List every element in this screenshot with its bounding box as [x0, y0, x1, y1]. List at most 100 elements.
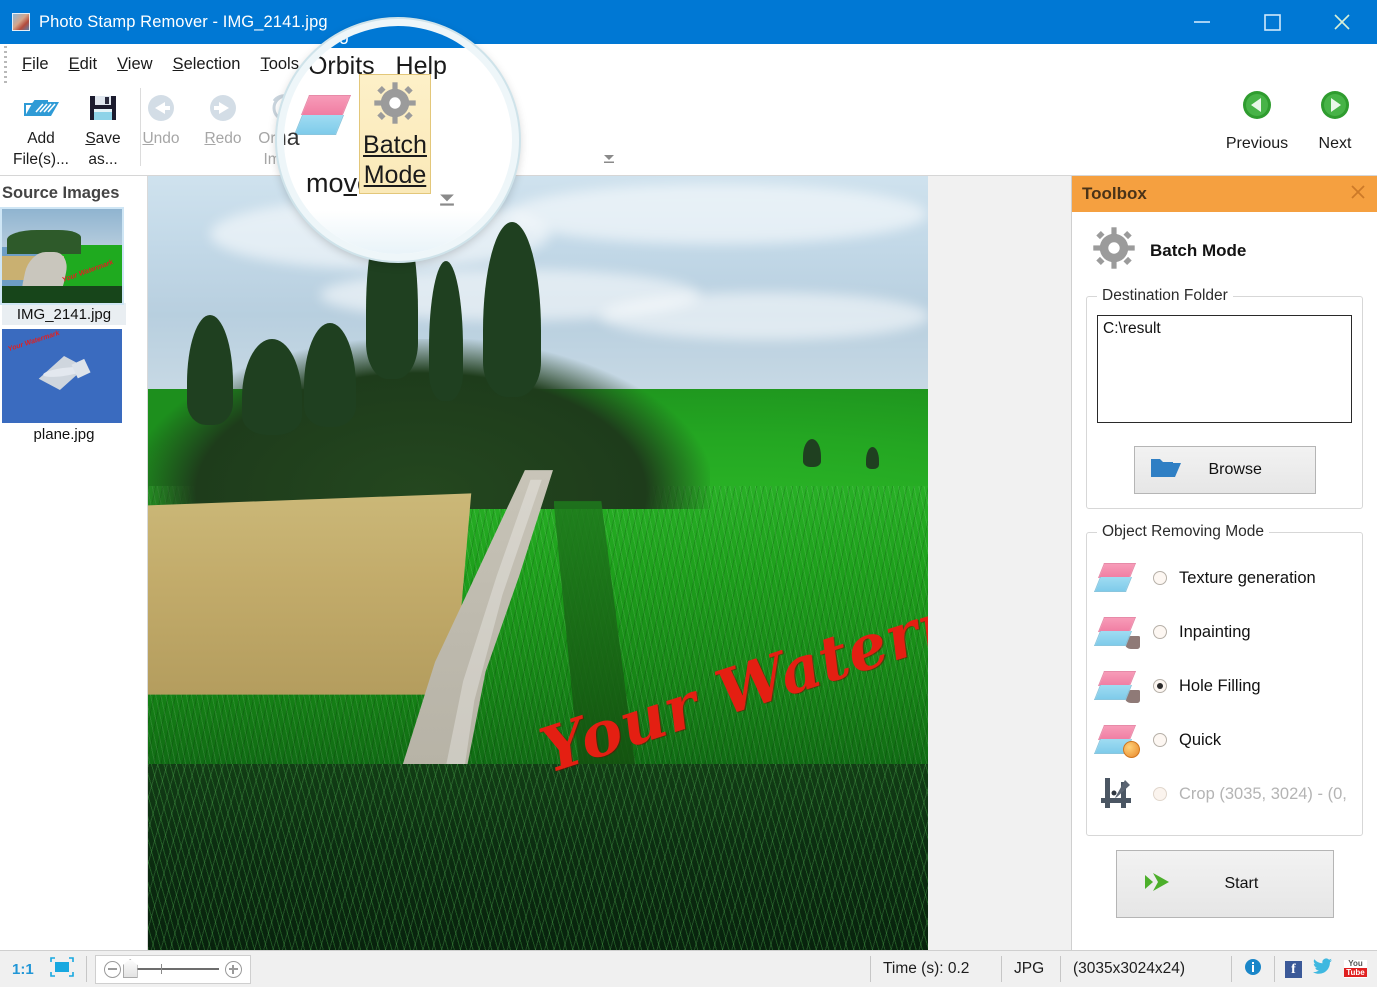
toolbox-title: Toolbox: [1082, 184, 1147, 203]
eraser-shadow-icon: [1093, 615, 1141, 649]
youtube-label-bottom: Tube: [1344, 968, 1367, 977]
fit-to-screen-button[interactable]: [46, 951, 86, 987]
menu-edit-rest: dit: [79, 54, 98, 73]
toolbox-header: Toolbox: [1072, 176, 1377, 212]
redo-mnemonic: R: [204, 130, 216, 147]
radio-crop: [1153, 787, 1167, 801]
save-as-label-1: Save: [85, 130, 121, 147]
magnifier-eraser-icon: [293, 94, 356, 138]
magnifier-canvas-fragment: [284, 210, 512, 254]
menu-tools-mnemonic: T: [260, 54, 269, 73]
toolbox-close-button[interactable]: [1349, 183, 1367, 205]
list-item-label: plane.jpg: [33, 426, 95, 443]
object-removing-mode-legend: Object Removing Mode: [1102, 523, 1264, 540]
mode-option-texture-generation[interactable]: Texture generation: [1093, 551, 1352, 605]
eraser-clock-icon: [1093, 723, 1141, 758]
destination-folder-input[interactable]: [1097, 315, 1352, 423]
browse-label: Browse: [1208, 461, 1262, 478]
add-files-button[interactable]: Add File(s)...: [10, 84, 72, 168]
magnifier-batch-label-2: Mode: [363, 161, 427, 189]
save-as-button[interactable]: Save as...: [72, 84, 134, 168]
mode-option-hole-filling[interactable]: Hole Filling: [1093, 659, 1352, 713]
zoom-in-button[interactable]: [224, 960, 242, 978]
list-item[interactable]: Your Watermark IMG_2141.jpg: [0, 207, 147, 325]
save-as-mnemonic: S: [85, 130, 96, 147]
mode-option-inpainting[interactable]: Inpainting: [1093, 605, 1352, 659]
redo-button[interactable]: Redo: [192, 84, 254, 147]
save-icon: [87, 90, 119, 126]
undo-mnemonic: U: [142, 130, 154, 147]
zoom-slider-control[interactable]: [94, 954, 251, 984]
thumbnail-img-2141[interactable]: Your Watermark: [0, 207, 124, 305]
undo-label: Undo: [142, 130, 180, 147]
radio-inpainting[interactable]: [1153, 625, 1167, 639]
list-item[interactable]: Your Watermark plane.jpg: [2, 329, 147, 445]
menu-selection[interactable]: Selection: [163, 52, 251, 77]
browse-button[interactable]: Browse: [1133, 446, 1316, 494]
menu-bar: File Edit View Selection Tools Orbits He…: [0, 44, 1377, 84]
destination-folder-legend: Destination Folder: [1102, 287, 1228, 304]
zoom-slider-track[interactable]: [122, 959, 219, 978]
redo-label: Redo: [204, 130, 242, 147]
mode-label-texture-generation: Texture generation: [1179, 568, 1316, 587]
ribbon-expand-icon[interactable]: [601, 150, 617, 166]
mode-option-quick[interactable]: Quick: [1093, 713, 1352, 767]
image-canvas[interactable]: Your Watermark: [148, 176, 1071, 950]
menu-file-rest: ile: [32, 54, 49, 73]
menu-file-mnemonic: F: [22, 54, 33, 73]
twitter-icon[interactable]: [1313, 958, 1333, 980]
radio-hole-filling[interactable]: [1153, 679, 1167, 693]
menu-edit[interactable]: Edit: [59, 52, 107, 77]
magnifier-overlay: 2141.jpg ls Orbits Help na e move: [277, 19, 519, 261]
title-bar: Photo Stamp Remover - IMG_2141.jpg: [0, 0, 1377, 44]
start-label: Start: [1224, 875, 1259, 892]
mode-label-quick: Quick: [1179, 730, 1222, 749]
app-photo-icon: [12, 13, 30, 31]
destination-folder-group: Destination Folder Browse: [1086, 287, 1363, 509]
next-button[interactable]: Next: [1303, 88, 1367, 153]
landscape-thumb: Your Watermark: [2, 209, 122, 303]
magnifier-remove-mnemonic: v: [343, 168, 358, 198]
menu-selection-rest: election: [183, 54, 241, 73]
menu-view[interactable]: View: [107, 52, 162, 77]
zoom-ratio-label: 1:1: [12, 960, 34, 978]
info-button[interactable]: [1232, 951, 1274, 987]
foreground-grass: [148, 764, 928, 950]
status-dimensions: (3035x3024x24): [1073, 960, 1186, 977]
radio-quick[interactable]: [1153, 733, 1167, 747]
zoom-ratio-cell[interactable]: 1:1: [0, 951, 46, 987]
mode-label-crop: Crop (3035, 3024) - (0,: [1179, 784, 1347, 803]
magnifier-titlebar-fragment: 2141.jpg: [284, 26, 512, 48]
application-window: Photo Stamp Remover - IMG_2141.jpg File …: [0, 0, 1377, 987]
photo-preview[interactable]: Your Watermark: [148, 176, 928, 950]
thumbnail-plane[interactable]: Your Watermark: [2, 329, 122, 423]
youtube-icon[interactable]: You Tube: [1344, 960, 1367, 978]
image-navigation: Previous Next: [1225, 88, 1367, 153]
undo-button[interactable]: Undo: [130, 84, 192, 147]
previous-button[interactable]: Previous: [1225, 88, 1289, 153]
youtube-label-top: You: [1344, 960, 1367, 968]
eraser-icon: [1093, 561, 1141, 595]
batch-mode-heading-label: Batch Mode: [1150, 240, 1247, 260]
arrow-right-circle-icon: [1303, 88, 1367, 127]
radio-texture-generation[interactable]: [1153, 571, 1167, 585]
toolbox-mode-heading: Batch Mode: [1086, 220, 1363, 287]
zoom-slider-handle[interactable]: [122, 959, 138, 978]
maximize-button[interactable]: [1237, 0, 1307, 44]
add-files-label-1: Add: [27, 130, 55, 147]
menu-view-rest: iew: [127, 54, 153, 73]
plane-thumb: Your Watermark: [2, 329, 122, 423]
crop-icon: [1097, 776, 1141, 812]
facebook-icon[interactable]: f: [1285, 960, 1302, 978]
menu-file[interactable]: File: [12, 52, 59, 77]
start-row: Start: [1086, 850, 1363, 918]
start-button[interactable]: Start: [1115, 850, 1334, 918]
mode-label-inpainting: Inpainting: [1179, 622, 1251, 641]
minimize-button[interactable]: [1167, 0, 1237, 44]
zoom-out-button[interactable]: [103, 960, 121, 978]
gear-icon: [1092, 226, 1136, 275]
undo-icon: [144, 90, 178, 126]
redo-icon: [206, 90, 240, 126]
magnifier-batch-mode-button[interactable]: Batch Mode: [359, 74, 431, 194]
close-button[interactable]: [1307, 0, 1377, 44]
